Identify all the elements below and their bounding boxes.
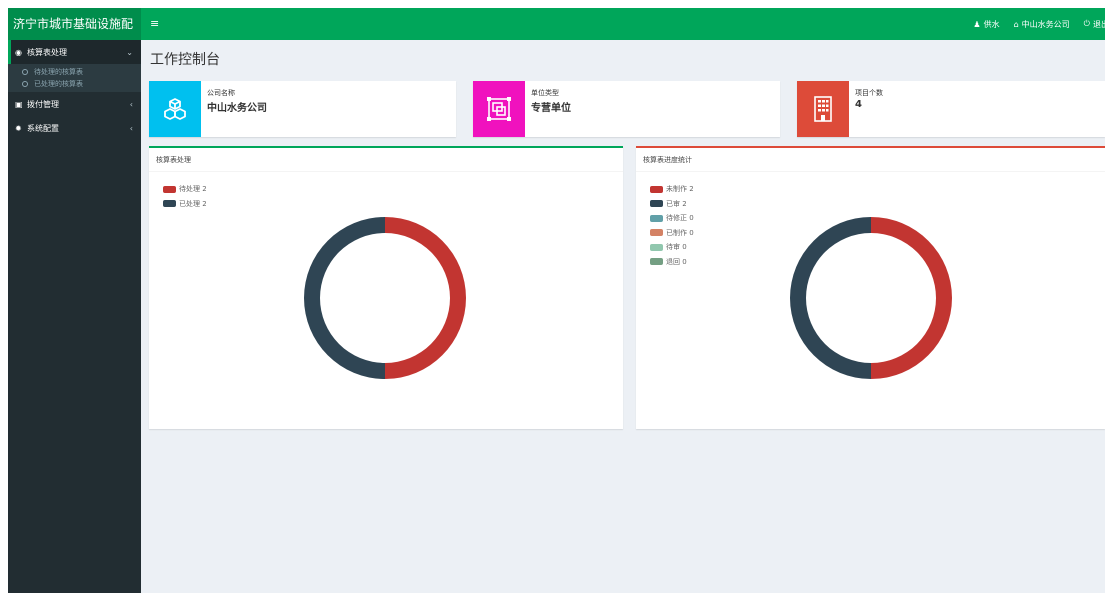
sidebar-subitem-pending[interactable]: 待处理的核算表 xyxy=(8,66,141,78)
sidebar: ◉ 核算表处理 ⌄ 待处理的核算表 已处理的核算表 ▣ 拨付管理 ‹ ✹ 系统配… xyxy=(8,40,141,593)
legend-item[interactable]: 未制作 2 xyxy=(650,182,694,197)
user-icon: ♟ xyxy=(973,19,981,29)
circle-icon xyxy=(22,69,28,75)
legend-item[interactable]: 已处理 2 xyxy=(163,197,207,212)
info-box-company: 公司名称 中山水务公司 xyxy=(149,81,456,137)
legend-swatch xyxy=(650,214,663,222)
logout-label: 退出 xyxy=(1093,19,1105,29)
legend-label: 待处理 2 xyxy=(179,185,207,194)
chart-legend: 未制作 2 已审 2 待修正 0 已制作 0 待审 0 退回 0 xyxy=(650,182,694,269)
legend-swatch xyxy=(650,185,663,193)
legend-label: 未制作 2 xyxy=(666,185,694,194)
info-box-label: 项目个数 xyxy=(855,89,883,97)
circle-icon xyxy=(22,81,28,87)
top-navbar: 济宁市城市基础设施配 ≡ ♟ 供水 ⌂ 中山水务公司 ⏻ 退出 xyxy=(8,8,1105,40)
info-box-value: 中山水务公司 xyxy=(207,103,267,114)
content-area: 工作控制台 公司名称 中山水务公司 单位类型 专营单位 项目个数 4 核算表处理… xyxy=(141,40,1105,593)
legend-item[interactable]: 待处理 2 xyxy=(163,182,207,197)
app-logo-title[interactable]: 济宁市城市基础设施配 xyxy=(8,8,141,40)
company-label: 中山水务公司 xyxy=(1021,19,1070,29)
chart-legend: 待处理 2 已处理 2 xyxy=(163,182,207,211)
legend-item[interactable]: 退回 0 xyxy=(650,255,694,270)
donut-slice-已审[interactable] xyxy=(790,217,871,379)
legend-swatch xyxy=(163,185,176,193)
legend-item[interactable]: 已审 2 xyxy=(650,197,694,212)
gear-icon: ✹ xyxy=(15,123,22,133)
donut-slice-未制作[interactable] xyxy=(871,217,952,379)
info-box-value: 专营单位 xyxy=(531,103,571,114)
power-icon: ⏻ xyxy=(1083,19,1090,28)
panel-progress-statistics: 核算表进度统计 未制作 2 已审 2 待修正 0 已制作 0 待审 0 退回 0 xyxy=(636,146,1105,429)
user-label: 供水 xyxy=(983,19,1000,29)
navbar-right: ♟ 供水 ⌂ 中山水务公司 ⏻ 退出 xyxy=(973,8,1105,40)
logout-button[interactable]: ⏻ 退出 xyxy=(1084,19,1105,30)
info-box-value: 4 xyxy=(855,99,862,110)
legend-swatch xyxy=(650,200,663,208)
info-box-label: 公司名称 xyxy=(207,89,235,97)
legend-label: 已制作 0 xyxy=(666,228,694,237)
chevron-left-icon: ‹ xyxy=(129,123,133,133)
legend-swatch xyxy=(650,229,663,237)
donut-chart xyxy=(304,217,466,379)
info-box-unit-type: 单位类型 专营单位 xyxy=(473,81,780,137)
legend-swatch xyxy=(163,200,176,208)
sidebar-item-payment[interactable]: ▣ 拨付管理 ‹ xyxy=(8,92,141,116)
sidebar-item-label: 核算表处理 xyxy=(27,47,67,57)
app-frame: 济宁市城市基础设施配 ≡ ♟ 供水 ⌂ 中山水务公司 ⏻ 退出 ◉ 核算表处理 … xyxy=(8,8,1105,593)
legend-swatch xyxy=(650,243,663,251)
donut-chart xyxy=(790,217,952,379)
user-menu[interactable]: ♟ 供水 xyxy=(973,19,999,30)
sidebar-subitem-label: 已处理的核算表 xyxy=(34,80,83,88)
home-icon: ⌂ xyxy=(1013,19,1019,29)
legend-label: 退回 0 xyxy=(666,257,687,266)
cubes-icon xyxy=(149,81,201,137)
legend-swatch xyxy=(650,258,663,266)
building-icon xyxy=(797,81,849,137)
panel-title: 核算表进度统计 xyxy=(636,148,1105,172)
sidebar-subitem-label: 待处理的核算表 xyxy=(34,68,83,76)
sidebar-item-label: 拨付管理 xyxy=(27,99,59,109)
legend-item[interactable]: 待审 0 xyxy=(650,240,694,255)
menu-toggle-icon[interactable]: ≡ xyxy=(150,8,159,40)
sidebar-item-settings[interactable]: ✹ 系统配置 ‹ xyxy=(8,116,141,140)
legend-label: 已处理 2 xyxy=(179,199,207,208)
sidebar-item-accounting[interactable]: ◉ 核算表处理 ⌄ xyxy=(8,40,141,64)
panel-title: 核算表处理 xyxy=(149,148,623,172)
legend-item[interactable]: 已制作 0 xyxy=(650,226,694,241)
donut-slice-已处理[interactable] xyxy=(304,217,385,379)
money-icon: ▣ xyxy=(15,99,23,109)
page-title: 工作控制台 xyxy=(150,52,220,68)
chevron-down-icon: ⌄ xyxy=(126,47,133,57)
info-box-project-count: 项目个数 4 xyxy=(797,81,1105,137)
info-box-label: 单位类型 xyxy=(531,89,559,97)
sidebar-submenu-accounting: 待处理的核算表 已处理的核算表 xyxy=(8,64,141,92)
sidebar-subitem-processed[interactable]: 已处理的核算表 xyxy=(8,78,141,90)
company-link[interactable]: ⌂ 中山水务公司 xyxy=(1014,19,1070,30)
donut-slice-待处理[interactable] xyxy=(385,217,466,379)
chevron-left-icon: ‹ xyxy=(129,99,133,109)
sidebar-menu: ◉ 核算表处理 ⌄ 待处理的核算表 已处理的核算表 ▣ 拨付管理 ‹ ✹ 系统配… xyxy=(8,40,141,140)
legend-label: 待审 0 xyxy=(666,243,687,252)
legend-item[interactable]: 待修正 0 xyxy=(650,211,694,226)
legend-label: 已审 2 xyxy=(666,199,687,208)
dashboard-icon: ◉ xyxy=(15,47,22,57)
legend-label: 待修正 0 xyxy=(666,214,694,223)
panel-accounting-processing: 核算表处理 待处理 2 已处理 2 xyxy=(149,146,623,429)
sidebar-item-label: 系统配置 xyxy=(27,123,59,133)
object-group-icon xyxy=(473,81,525,137)
